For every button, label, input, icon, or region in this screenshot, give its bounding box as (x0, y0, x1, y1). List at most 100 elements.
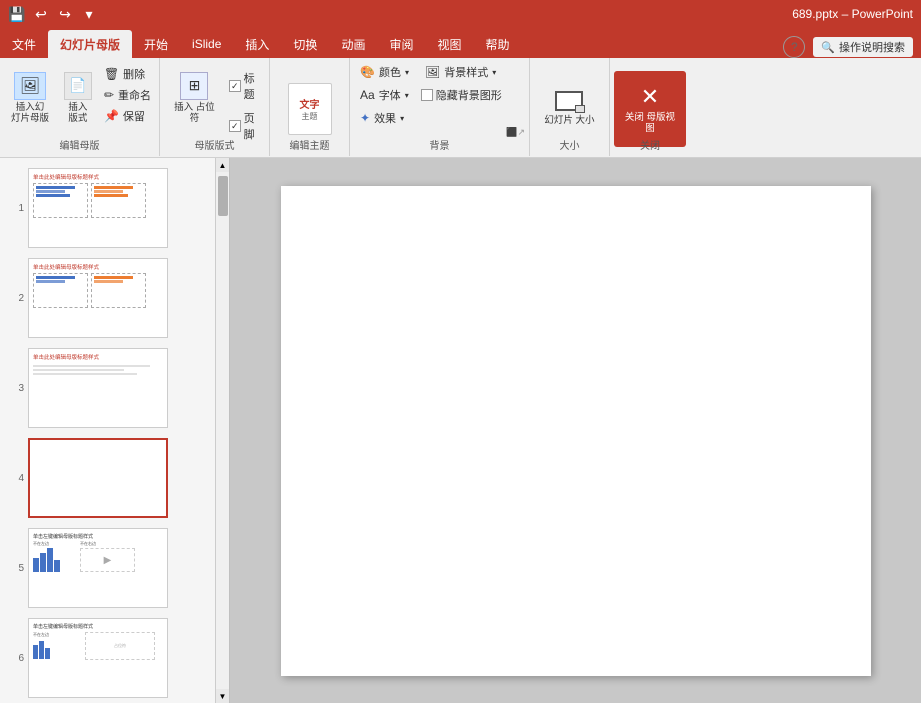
preserve-icon: 📌 (104, 109, 119, 123)
slides-list: 1 单击此处编辑母版标题样式 (0, 158, 229, 703)
tab-help[interactable]: 帮助 (473, 30, 521, 58)
slide-size-icon (555, 91, 583, 111)
slide-thumb-1: 单击此处编辑母版标题样式 (28, 168, 168, 248)
master-layout-group-label: 母版版式 (160, 137, 269, 152)
group-background: 🎨 颜色 ▾ 🖼 背景样式 ▾ Aa 字体 ▾ (350, 58, 530, 156)
colors-icon: 🎨 (360, 65, 375, 79)
theme-label: 主题 (302, 111, 318, 122)
delete-button[interactable]: 🗑 删除 (100, 64, 155, 84)
customize-icon[interactable]: ▾ (80, 5, 98, 23)
fonts-button[interactable]: Aa 字体 ▾ (356, 85, 413, 105)
insert-layout-label: 插入版式 (64, 102, 92, 125)
scroll-thumb[interactable] (218, 176, 228, 216)
tab-islide[interactable]: iSlide (180, 30, 233, 58)
slide-number-2: 2 (6, 293, 24, 304)
title-bar: 💾 ↩ ↪ ▾ 689.pptx – PowerPoint (0, 0, 921, 28)
insert-master-button[interactable]: 🖼 插入幻 灯片母版 (4, 62, 56, 134)
slide-item-2[interactable]: 2 单击此处编辑母版标题样式 (4, 256, 225, 340)
search-box[interactable]: 🔍 操作说明搜索 (813, 37, 913, 57)
redo-icon[interactable]: ↪ (56, 5, 74, 23)
slide-number-4: 4 (6, 473, 24, 484)
ribbon: 🖼 插入幻 灯片母版 📄 插入版式 🗑 删除 ✏ 重命名 (0, 58, 921, 158)
bg-style-button[interactable]: 🖼 背景样式 ▾ (421, 62, 500, 82)
slide-number-5: 5 (6, 563, 24, 574)
slide-item-3[interactable]: 3 单击此处编辑母版标题样式 (4, 346, 225, 430)
effects-dropdown: ▾ (400, 114, 404, 123)
slides-panel: 1 单击此处编辑母版标题样式 (0, 158, 230, 703)
tab-review[interactable]: 审阅 (377, 30, 425, 58)
slide-size-button[interactable]: 幻灯片 大小 (538, 71, 600, 147)
bg-style-icon: 🖼 (425, 65, 440, 79)
slide-thumb-4 (28, 438, 168, 518)
insert-layout-icon: 📄 (64, 72, 92, 100)
preserve-button[interactable]: 📌 保留 (100, 106, 155, 126)
slide-thumb-3: 单击此处编辑母版标题样式 (28, 348, 168, 428)
slide-number-3: 3 (6, 383, 24, 394)
footer-checkbox-box: ✓ (229, 120, 241, 132)
tab-view[interactable]: 视图 (425, 30, 473, 58)
colors-button[interactable]: 🎨 颜色 ▾ (356, 62, 413, 82)
group-close: ✕ 关闭 母版视图 关闭 (610, 58, 690, 156)
slide-thumb-5: 单击左键编辑母版标题样式 不在左边 (28, 528, 168, 608)
help-icon[interactable]: ? (783, 36, 805, 58)
slide-number-1: 1 (6, 203, 24, 214)
scroll-down-arrow[interactable]: ▼ (216, 689, 230, 703)
size-group-label: 大小 (530, 137, 609, 152)
slide-item-4[interactable]: 4 (4, 436, 225, 520)
effects-button[interactable]: ✦ 效果 ▾ (356, 108, 408, 128)
group-edit-theme: 文字 主题 编辑主题 (270, 58, 350, 156)
colors-dropdown: ▾ (405, 68, 409, 77)
insert-placeholder-label: 插入 占位符 (170, 102, 219, 125)
edit-theme-group-label: 编辑主题 (270, 137, 349, 152)
title-checkbox[interactable]: ✓ 标题 (229, 68, 265, 104)
group-edit-master: 🖼 插入幻 灯片母版 📄 插入版式 🗑 删除 ✏ 重命名 (0, 58, 160, 156)
slide-canvas (281, 186, 871, 676)
insert-master-label: 插入幻 灯片母版 (10, 102, 50, 125)
tab-transition[interactable]: 切换 (281, 30, 329, 58)
scroll-up-arrow[interactable]: ▲ (216, 158, 230, 172)
background-row1: 🎨 颜色 ▾ 🖼 背景样式 ▾ (356, 62, 523, 82)
save-icon[interactable]: 💾 (8, 5, 26, 23)
theme-letter: 文字 (300, 96, 320, 111)
tab-slidemaster[interactable]: 幻灯片母版 (48, 30, 132, 58)
insert-layout-button[interactable]: 📄 插入版式 (58, 62, 98, 134)
rename-button[interactable]: ✏ 重命名 (100, 85, 155, 105)
title-bar-left: 💾 ↩ ↪ ▾ (8, 5, 98, 23)
main-area: 1 单击此处编辑母版标题样式 (0, 158, 921, 703)
search-icon: 🔍 (821, 41, 835, 54)
fonts-dropdown: ▾ (405, 91, 409, 100)
tab-file[interactable]: 文件 (0, 30, 48, 58)
slide-number-6: 6 (6, 653, 24, 664)
hide-bg-checkbox[interactable]: 隐藏背景图形 (421, 85, 502, 105)
group-size: 幻灯片 大小 大小 (530, 58, 610, 156)
slide-item-5[interactable]: 5 单击左键编辑母版标题样式 不在左边 (4, 526, 225, 610)
background-group-label: 背景 (350, 137, 529, 152)
tab-insert[interactable]: 插入 (233, 30, 281, 58)
effects-icon: ✦ (360, 111, 370, 125)
insert-placeholder-button[interactable]: ⊞ 插入 占位符 (164, 62, 225, 134)
close-master-button[interactable]: ✕ 关闭 母版视图 (614, 71, 686, 147)
insert-master-icon: 🖼 (14, 72, 46, 100)
close-master-label: 关闭 母版视图 (622, 112, 678, 135)
slide-item-6[interactable]: 6 单击左键编辑母版标题样式 不在左边 (4, 616, 225, 700)
close-master-icon: ✕ (641, 84, 659, 110)
scroll-track: ▲ ▼ (215, 158, 229, 703)
bg-style-dropdown: ▾ (492, 68, 496, 77)
close-group-label: 关闭 (610, 137, 690, 152)
tab-home[interactable]: 开始 (132, 30, 180, 58)
rename-icon: ✏ (104, 88, 114, 102)
search-label: 操作说明搜索 (839, 39, 905, 55)
slide-item-1[interactable]: 1 单击此处编辑母版标题样式 (4, 166, 225, 250)
theme-button[interactable]: 文字 主题 (288, 83, 332, 135)
tab-animation[interactable]: 动画 (329, 30, 377, 58)
fonts-icon: Aa (360, 88, 375, 102)
hide-bg-checkbox-box (421, 89, 433, 101)
background-row2: Aa 字体 ▾ 隐藏背景图形 (356, 85, 523, 105)
ribbon-tabs: 文件 幻灯片母版 开始 iSlide 插入 切换 动画 审阅 视图 帮助 ? 🔍… (0, 28, 921, 58)
slide-thumb-2: 单击此处编辑母版标题样式 (28, 258, 168, 338)
title-checkbox-box: ✓ (229, 80, 241, 92)
delete-icon: 🗑 (104, 67, 119, 81)
undo-icon[interactable]: ↩ (32, 5, 50, 23)
master-actions: 🗑 删除 ✏ 重命名 📌 保留 (100, 64, 155, 126)
slide-size-label: 幻灯片 大小 (544, 115, 594, 126)
